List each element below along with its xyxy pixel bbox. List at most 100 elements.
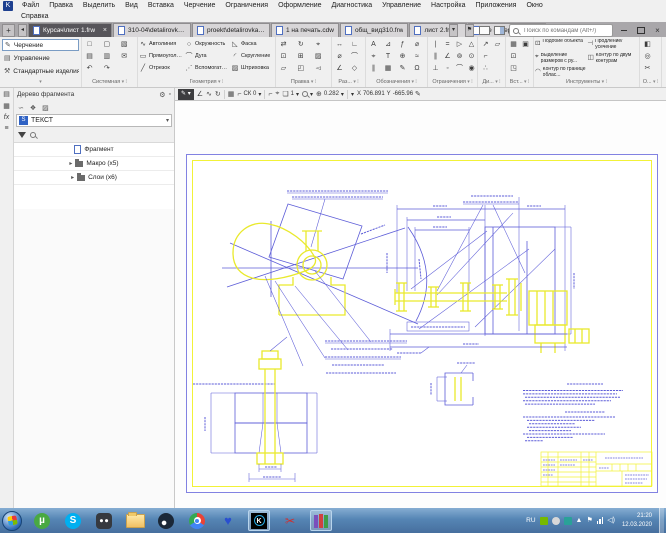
tree-panel-icon[interactable]: ▤ — [3, 90, 10, 98]
volume-icon[interactable]: ◁) — [607, 517, 615, 525]
group-label[interactable]: Ограничения — [428, 78, 477, 87]
arc-button[interactable]: ⌒Дуга — [184, 50, 230, 62]
toolbar-icon[interactable]: T — [383, 51, 394, 62]
group-label[interactable]: Раз... — [332, 78, 365, 87]
gpu-tray-icon[interactable] — [540, 517, 548, 525]
nav-drawing-button[interactable]: ✎ Черчение — [2, 39, 79, 51]
search-icon[interactable] — [30, 132, 36, 138]
snap-angle-icon[interactable]: ∠ — [197, 90, 203, 98]
toolbar-icon[interactable]: ⌖ — [368, 51, 379, 62]
toolbar-icon[interactable]: ▨ — [313, 51, 324, 62]
parameters-panel-icon[interactable]: ▦ — [3, 102, 10, 110]
toolbar-icon[interactable]: ▣ — [520, 39, 531, 50]
menu-item[interactable]: Черчение — [179, 0, 221, 12]
toolbar-icon[interactable]: ▦ — [383, 63, 394, 74]
toolbar-icon[interactable]: ⌒ — [454, 63, 465, 74]
nav-standard-parts-button[interactable]: ⚒ Стандартные изделия — [2, 65, 79, 77]
group-label[interactable]: Системная — [82, 78, 137, 87]
menu-item[interactable]: Ограничения — [220, 0, 273, 12]
toolbar-icon[interactable]: ◰ — [295, 63, 306, 74]
toolbar-icon[interactable]: ⌀ — [334, 51, 345, 62]
scissors-app-icon[interactable]: ✂ — [279, 510, 301, 531]
show-desktop-button[interactable] — [659, 508, 664, 533]
toolbar-icon[interactable]: ∥ — [430, 51, 441, 62]
toolbar-icon[interactable]: ▥ — [101, 51, 112, 62]
toolbar-icon[interactable]: ⌒ — [349, 51, 360, 62]
taskbar-clock[interactable]: 21:20 12.03.2020 — [622, 512, 652, 530]
group-label[interactable]: Вст... — [506, 78, 533, 87]
tab-document[interactable]: 1 на печать.cdw — [271, 23, 339, 37]
tree-root-item[interactable]: Фрагмент — [14, 143, 174, 157]
menu-item[interactable]: Настройка — [426, 0, 470, 12]
toolbar-icon[interactable]: ↔ — [334, 39, 345, 50]
toolbar-icon[interactable]: ▱ — [492, 39, 503, 50]
toolbar-icon[interactable]: ✉ — [119, 51, 130, 62]
layout-split-icon[interactable] — [494, 26, 505, 35]
app-tray-icon[interactable] — [552, 517, 560, 525]
heart-app-icon[interactable]: ♥ — [217, 510, 239, 531]
discord-icon[interactable] — [93, 510, 115, 531]
explorer-icon[interactable] — [124, 510, 146, 531]
zoom-value-dropdown[interactable]: ⊕ 0.282 ▾ — [316, 90, 344, 98]
toolbar-icon[interactable]: ▱ — [278, 63, 289, 74]
chevron-down-icon[interactable]: ▾ — [351, 91, 354, 98]
toolbar-icon[interactable]: ↶ — [84, 63, 95, 74]
toolbar-icon[interactable]: ⊿ — [383, 39, 394, 50]
menu-item[interactable]: Приложения — [471, 0, 522, 12]
messenger-tray-icon[interactable] — [564, 517, 572, 525]
panel-dock-icon[interactable]: ▫ — [169, 91, 171, 99]
toolbar-icon[interactable]: ∠ — [442, 51, 453, 62]
search-input[interactable] — [522, 27, 609, 35]
expand-icon[interactable]: ▸ — [71, 174, 74, 181]
toolbar-icon[interactable]: = — [442, 39, 453, 50]
toolbar-icon[interactable]: ⌐ — [480, 51, 491, 62]
layer-dropdown[interactable]: ❏ 1 ▾ — [282, 90, 299, 98]
snap-icon[interactable]: ⌖ — [275, 90, 279, 98]
flag-icon[interactable]: ⚑ — [586, 517, 592, 525]
maximize-button[interactable] — [634, 25, 647, 36]
toolbar-icon[interactable]: △ — [466, 39, 477, 50]
toolbar-icon[interactable]: ∟ — [349, 39, 360, 50]
tab-scroll-left[interactable]: ◂ — [18, 24, 27, 37]
app-icon[interactable]: K — [3, 1, 13, 11]
snap-curve-icon[interactable]: ∿ — [206, 90, 212, 98]
toolbar-icon[interactable]: ⊙ — [466, 51, 477, 62]
group-label[interactable]: Геометрия — [138, 78, 275, 87]
draw-mode-button[interactable]: ✎ ▾ — [178, 89, 194, 100]
tab-document[interactable]: Курсач\лист 1.frw × — [28, 23, 112, 37]
filter-icon[interactable] — [18, 132, 26, 138]
group-label[interactable]: Инструменты — [534, 78, 639, 87]
zoom-tool-dropdown[interactable]: ▾ — [302, 91, 313, 98]
style-dropdown[interactable]: S ТЕКСТ ▾ — [16, 114, 172, 127]
filter-objects-icon[interactable]: ∽ — [18, 104, 24, 112]
toolbar-icon[interactable]: ⌖ — [313, 39, 324, 50]
gear-icon[interactable]: ⚙ — [159, 91, 165, 99]
toolbar-icon[interactable]: ∣ — [430, 39, 441, 50]
toolbar-icon[interactable]: ◦ — [442, 63, 453, 74]
group-label[interactable]: Обозначения — [366, 78, 427, 87]
menu-item[interactable]: Выделить — [78, 0, 120, 12]
expand-icon[interactable]: ▸ — [69, 160, 72, 167]
language-indicator[interactable]: RU — [526, 517, 535, 524]
autoline-button[interactable]: ∿Автолиния — [138, 38, 184, 50]
grid-icon[interactable]: ▦ — [228, 90, 235, 98]
toolbar-icon[interactable]: ▤ — [84, 51, 95, 62]
ortho-icon[interactable]: ⌐ — [268, 91, 272, 98]
relations-icon[interactable]: ❖ — [30, 104, 36, 112]
update-tray-icon[interactable]: ▲ — [576, 517, 583, 525]
tree-item-macro[interactable]: ▸ Макро (x5) — [14, 157, 174, 171]
construction-line-button[interactable]: ⋰Вспомогатель...прямая — [184, 62, 230, 74]
display-icon[interactable]: ▨ — [42, 104, 49, 112]
toolbar-icon[interactable]: ∥ — [368, 63, 379, 74]
toolbar-icon[interactable]: ⊡ — [278, 51, 289, 62]
toolbar-icon[interactable]: ◧ — [642, 39, 653, 50]
variables-panel-icon[interactable]: fx — [4, 114, 9, 121]
toolbar-icon[interactable]: ∴ — [480, 63, 491, 74]
toolbar-icon[interactable]: ↗ — [480, 39, 491, 50]
winrar-icon[interactable] — [310, 510, 332, 531]
segment-button[interactable]: ╱Отрезок — [138, 62, 184, 74]
toolbar-icon[interactable]: ◳ — [508, 63, 519, 74]
toolbar-icon[interactable]: ↷ — [101, 63, 112, 74]
toolbar-icon[interactable]: ▢ — [101, 39, 112, 50]
coordinate-system-dropdown[interactable]: ⌐ СК 0 ▾ — [237, 91, 261, 98]
